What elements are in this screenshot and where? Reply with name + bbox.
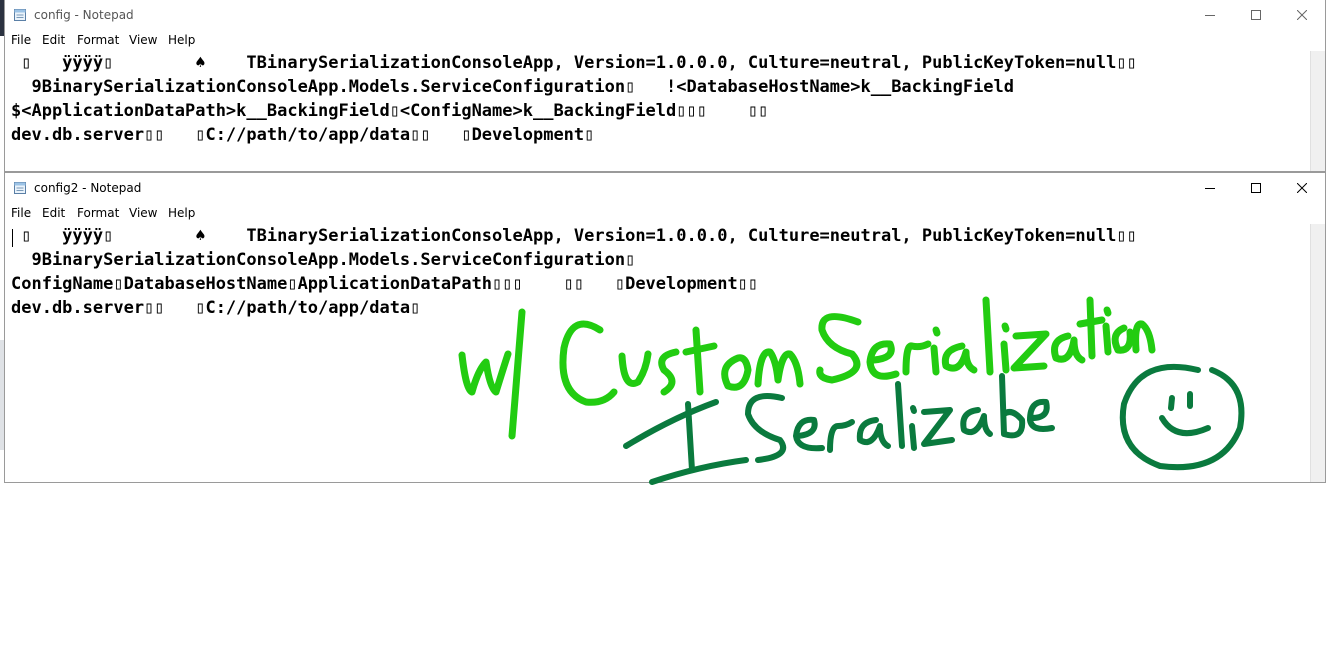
handwriting-annotation xyxy=(458,296,1245,485)
handwriting-line-2 xyxy=(623,373,1055,485)
handwriting-line-1 xyxy=(458,296,1156,440)
smiley-face-icon xyxy=(1119,363,1245,471)
